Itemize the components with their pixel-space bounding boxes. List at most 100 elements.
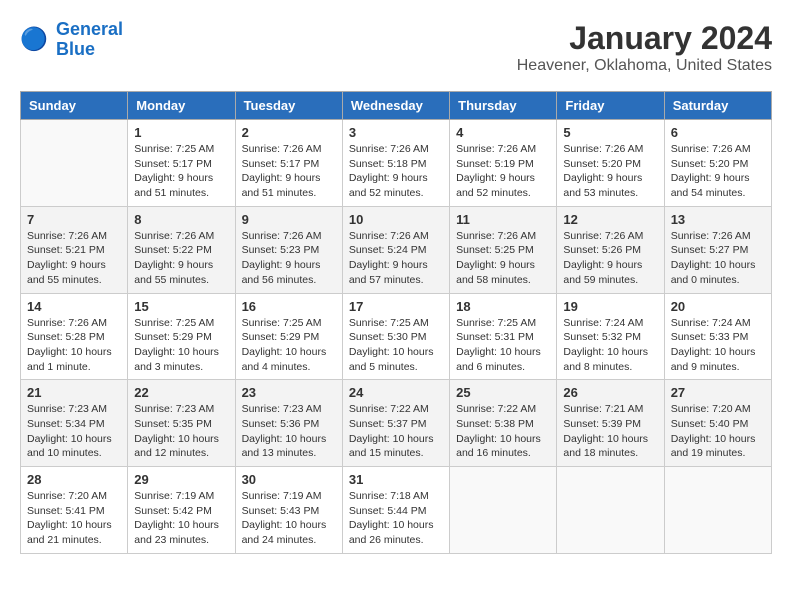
day-cell: 26 Sunrise: 7:21 AMSunset: 5:39 PMDayligh… <box>557 380 664 467</box>
header-row: SundayMondayTuesdayWednesdayThursdayFrid… <box>21 92 772 120</box>
day-cell: 15 Sunrise: 7:25 AMSunset: 5:29 PMDayligh… <box>128 293 235 380</box>
day-number: 31 <box>349 472 443 487</box>
day-number: 1 <box>134 125 228 140</box>
day-info: Sunrise: 7:25 AMSunset: 5:30 PMDaylight:… <box>349 316 443 375</box>
day-info: Sunrise: 7:26 AMSunset: 5:18 PMDaylight:… <box>349 142 443 201</box>
day-info: Sunrise: 7:26 AMSunset: 5:17 PMDaylight:… <box>242 142 336 201</box>
day-number: 13 <box>671 212 765 227</box>
day-cell: 25 Sunrise: 7:22 AMSunset: 5:38 PMDayligh… <box>450 380 557 467</box>
day-cell: 20 Sunrise: 7:24 AMSunset: 5:33 PMDayligh… <box>664 293 771 380</box>
day-info: Sunrise: 7:26 AMSunset: 5:25 PMDaylight:… <box>456 229 550 288</box>
col-header-monday: Monday <box>128 92 235 120</box>
day-info: Sunrise: 7:19 AMSunset: 5:43 PMDaylight:… <box>242 489 336 548</box>
day-info: Sunrise: 7:21 AMSunset: 5:39 PMDaylight:… <box>563 402 657 461</box>
day-cell: 2 Sunrise: 7:26 AMSunset: 5:17 PMDaylight… <box>235 120 342 207</box>
day-number: 17 <box>349 299 443 314</box>
day-cell: 1 Sunrise: 7:25 AMSunset: 5:17 PMDaylight… <box>128 120 235 207</box>
day-info: Sunrise: 7:26 AMSunset: 5:20 PMDaylight:… <box>671 142 765 201</box>
day-number: 16 <box>242 299 336 314</box>
day-info: Sunrise: 7:25 AMSunset: 5:29 PMDaylight:… <box>134 316 228 375</box>
day-cell: 21 Sunrise: 7:23 AMSunset: 5:34 PMDayligh… <box>21 380 128 467</box>
day-number: 5 <box>563 125 657 140</box>
logo-bird-icon: 🔵 <box>20 24 52 56</box>
day-cell: 16 Sunrise: 7:25 AMSunset: 5:29 PMDayligh… <box>235 293 342 380</box>
logo: 🔵 General Blue <box>20 20 123 60</box>
day-info: Sunrise: 7:24 AMSunset: 5:33 PMDaylight:… <box>671 316 765 375</box>
day-number: 28 <box>27 472 121 487</box>
day-cell: 10 Sunrise: 7:26 AMSunset: 5:24 PMDayligh… <box>342 206 449 293</box>
col-header-tuesday: Tuesday <box>235 92 342 120</box>
col-header-sunday: Sunday <box>21 92 128 120</box>
day-number: 6 <box>671 125 765 140</box>
day-info: Sunrise: 7:23 AMSunset: 5:35 PMDaylight:… <box>134 402 228 461</box>
day-cell <box>557 467 664 554</box>
day-number: 14 <box>27 299 121 314</box>
day-info: Sunrise: 7:22 AMSunset: 5:38 PMDaylight:… <box>456 402 550 461</box>
day-info: Sunrise: 7:20 AMSunset: 5:40 PMDaylight:… <box>671 402 765 461</box>
day-info: Sunrise: 7:20 AMSunset: 5:41 PMDaylight:… <box>27 489 121 548</box>
day-cell: 24Sunrise: 7:22 AMSunset: 5:37 PMDayligh… <box>342 380 449 467</box>
day-info: Sunrise: 7:25 AMSunset: 5:31 PMDaylight:… <box>456 316 550 375</box>
day-info: Sunrise: 7:19 AMSunset: 5:42 PMDaylight:… <box>134 489 228 548</box>
svg-text:🔵: 🔵 <box>20 25 48 51</box>
day-number: 11 <box>456 212 550 227</box>
day-number: 7 <box>27 212 121 227</box>
day-cell: 19Sunrise: 7:24 AMSunset: 5:32 PMDayligh… <box>557 293 664 380</box>
title-block: January 2024 Heavener, Oklahoma, United … <box>517 20 772 75</box>
day-number: 27 <box>671 385 765 400</box>
day-cell: 8 Sunrise: 7:26 AMSunset: 5:22 PMDaylight… <box>128 206 235 293</box>
day-number: 25 <box>456 385 550 400</box>
col-header-wednesday: Wednesday <box>342 92 449 120</box>
day-cell <box>664 467 771 554</box>
day-info: Sunrise: 7:24 AMSunset: 5:32 PMDaylight:… <box>563 316 657 375</box>
logo-text: General Blue <box>56 20 123 60</box>
day-number: 15 <box>134 299 228 314</box>
day-info: Sunrise: 7:26 AMSunset: 5:21 PMDaylight:… <box>27 229 121 288</box>
day-cell: 18 Sunrise: 7:25 AMSunset: 5:31 PMDayligh… <box>450 293 557 380</box>
day-number: 8 <box>134 212 228 227</box>
calendar-title: January 2024 <box>517 20 772 57</box>
calendar-table: SundayMondayTuesdayWednesdayThursdayFrid… <box>20 91 772 554</box>
day-number: 12 <box>563 212 657 227</box>
day-number: 21 <box>27 385 121 400</box>
day-cell: 30Sunrise: 7:19 AMSunset: 5:43 PMDayligh… <box>235 467 342 554</box>
day-info: Sunrise: 7:23 AMSunset: 5:34 PMDaylight:… <box>27 402 121 461</box>
day-info: Sunrise: 7:26 AMSunset: 5:23 PMDaylight:… <box>242 229 336 288</box>
day-info: Sunrise: 7:25 AMSunset: 5:17 PMDaylight:… <box>134 142 228 201</box>
day-number: 20 <box>671 299 765 314</box>
logo-blue: Blue <box>56 39 95 59</box>
day-cell: 5 Sunrise: 7:26 AMSunset: 5:20 PMDaylight… <box>557 120 664 207</box>
page-header: 🔵 General Blue January 2024 Heavener, Ok… <box>20 20 772 75</box>
day-cell: 11 Sunrise: 7:26 AMSunset: 5:25 PMDayligh… <box>450 206 557 293</box>
day-number: 29 <box>134 472 228 487</box>
day-info: Sunrise: 7:26 AMSunset: 5:20 PMDaylight:… <box>563 142 657 201</box>
day-info: Sunrise: 7:26 AMSunset: 5:22 PMDaylight:… <box>134 229 228 288</box>
day-info: Sunrise: 7:26 AMSunset: 5:27 PMDaylight:… <box>671 229 765 288</box>
day-info: Sunrise: 7:26 AMSunset: 5:28 PMDaylight:… <box>27 316 121 375</box>
day-number: 26 <box>563 385 657 400</box>
week-row-4: 21 Sunrise: 7:23 AMSunset: 5:34 PMDayligh… <box>21 380 772 467</box>
week-row-3: 14 Sunrise: 7:26 AMSunset: 5:28 PMDayligh… <box>21 293 772 380</box>
day-cell: 6 Sunrise: 7:26 AMSunset: 5:20 PMDaylight… <box>664 120 771 207</box>
col-header-saturday: Saturday <box>664 92 771 120</box>
day-cell: 9 Sunrise: 7:26 AMSunset: 5:23 PMDaylight… <box>235 206 342 293</box>
day-number: 18 <box>456 299 550 314</box>
day-cell: 28 Sunrise: 7:20 AMSunset: 5:41 PMDayligh… <box>21 467 128 554</box>
day-info: Sunrise: 7:25 AMSunset: 5:29 PMDaylight:… <box>242 316 336 375</box>
day-cell: 22 Sunrise: 7:23 AMSunset: 5:35 PMDayligh… <box>128 380 235 467</box>
day-cell <box>21 120 128 207</box>
day-number: 10 <box>349 212 443 227</box>
day-info: Sunrise: 7:26 AMSunset: 5:26 PMDaylight:… <box>563 229 657 288</box>
day-info: Sunrise: 7:26 AMSunset: 5:24 PMDaylight:… <box>349 229 443 288</box>
day-cell: 14 Sunrise: 7:26 AMSunset: 5:28 PMDayligh… <box>21 293 128 380</box>
day-cell: 29 Sunrise: 7:19 AMSunset: 5:42 PMDayligh… <box>128 467 235 554</box>
day-number: 9 <box>242 212 336 227</box>
day-cell: 27 Sunrise: 7:20 AMSunset: 5:40 PMDayligh… <box>664 380 771 467</box>
day-number: 22 <box>134 385 228 400</box>
day-number: 3 <box>349 125 443 140</box>
day-number: 2 <box>242 125 336 140</box>
col-header-friday: Friday <box>557 92 664 120</box>
day-cell: 3 Sunrise: 7:26 AMSunset: 5:18 PMDaylight… <box>342 120 449 207</box>
week-row-2: 7 Sunrise: 7:26 AMSunset: 5:21 PMDaylight… <box>21 206 772 293</box>
day-number: 4 <box>456 125 550 140</box>
